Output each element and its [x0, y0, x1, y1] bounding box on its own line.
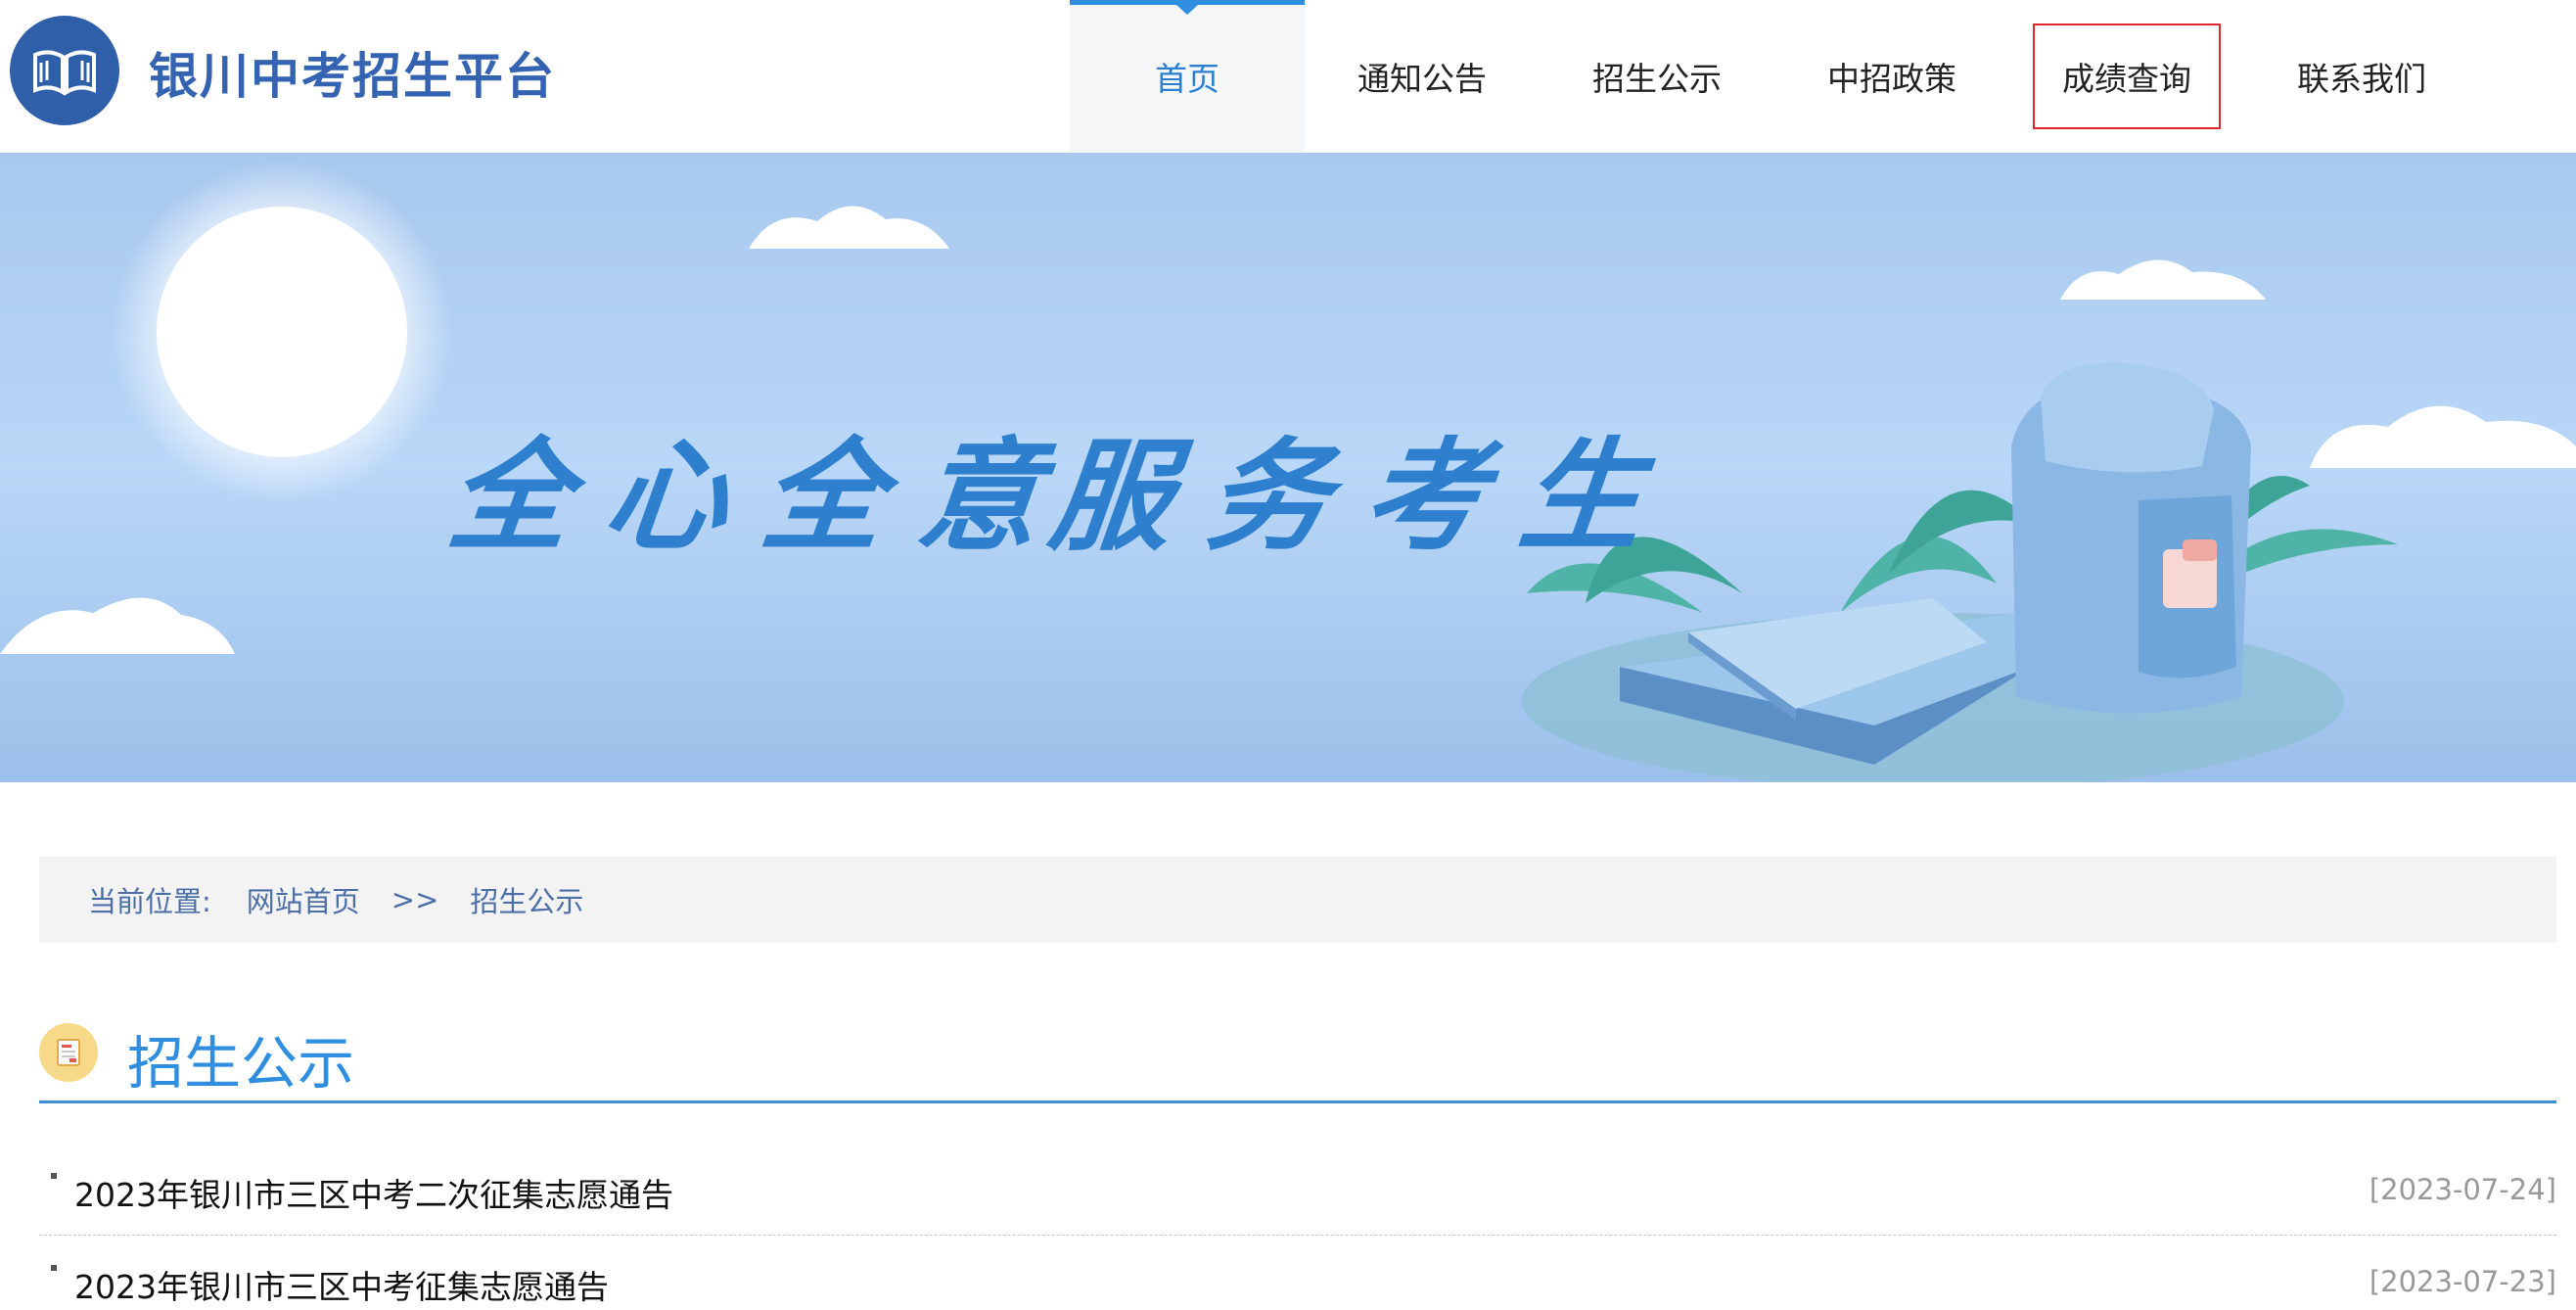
bullet-icon [51, 1265, 57, 1271]
site-header: 银川中考招生平台 首页 通知公告 招生公示 中招政策 成绩查询 联系我们 [0, 0, 2576, 153]
breadcrumb-label: 当前位置: [88, 885, 211, 918]
nav-item-notices[interactable]: 通知公告 [1305, 0, 1540, 153]
nav-item-label: 成绩查询 [2033, 23, 2221, 129]
nav-item-label: 通知公告 [1357, 60, 1487, 98]
breadcrumb-current-link[interactable]: 招生公示 [470, 879, 583, 920]
news-date: [2023-07-23] [2369, 1265, 2556, 1298]
open-book-icon [33, 50, 96, 96]
news-title[interactable]: 2023年银川市三区中考征集志愿通告 [74, 1261, 609, 1308]
breadcrumb: 当前位置: 网站首页 >> 招生公示 [39, 857, 2556, 943]
banner-slogan-left: 全心全意 [441, 426, 1083, 568]
nav-item-label: 首页 [1155, 60, 1219, 98]
nav-item-score-query[interactable]: 成绩查询 [2009, 0, 2244, 153]
notice-document-icon [39, 1023, 98, 1082]
section-title: 招生公示 [127, 1030, 355, 1097]
news-list: 2023年银川市三区中考二次征集志愿通告 [2023-07-24] 2023年银… [39, 1144, 2556, 1310]
section-header: 招生公示 [39, 1013, 2556, 1103]
nav-item-label: 中招政策 [1827, 60, 1956, 98]
nav-item-contact-us[interactable]: 联系我们 [2244, 0, 2479, 153]
list-item[interactable]: 2023年银川市三区中考征集志愿通告 [2023-07-23] [39, 1236, 2556, 1310]
breadcrumb-separator: >> [391, 883, 439, 916]
site-title[interactable]: 银川中考招生平台 [149, 37, 556, 108]
backpack [2011, 362, 2251, 714]
banner-slogan-right: 服务考生 [1043, 426, 1685, 568]
moon [157, 207, 407, 457]
nav-item-home[interactable]: 首页 [1070, 0, 1305, 153]
nav-item-admission-policy[interactable]: 中招政策 [1774, 0, 2009, 153]
nav-item-admission-announcements[interactable]: 招生公示 [1540, 0, 1774, 153]
bullet-icon [51, 1173, 57, 1179]
nav-item-label: 联系我们 [2297, 60, 2426, 98]
news-date: [2023-07-24] [2369, 1173, 2556, 1206]
news-title[interactable]: 2023年银川市三区中考二次征集志愿通告 [74, 1169, 673, 1216]
hero-banner: 全心全意 服务考生 [0, 153, 2576, 782]
breadcrumb-home-link[interactable]: 网站首页 [247, 879, 360, 920]
list-item[interactable]: 2023年银川市三区中考二次征集志愿通告 [2023-07-24] [39, 1144, 2556, 1236]
main-nav: 首页 通知公告 招生公示 中招政策 成绩查询 联系我们 [1070, 0, 2479, 153]
nav-item-label: 招生公示 [1592, 60, 1722, 98]
site-logo[interactable] [10, 16, 119, 125]
